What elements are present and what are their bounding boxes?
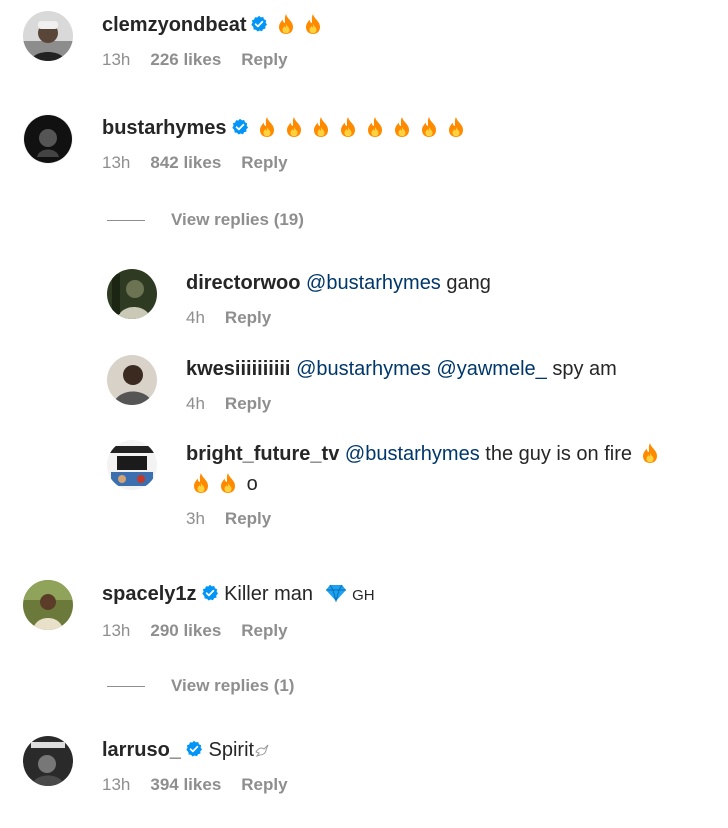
timestamp: 4h: [186, 308, 205, 327]
avatar[interactable]: [23, 114, 73, 164]
fire-icon: [420, 116, 438, 138]
comment-text: gang: [440, 272, 491, 294]
timestamp: 3h: [186, 509, 205, 528]
comment-suffix: GH: [352, 587, 375, 604]
fire-icon: [339, 116, 357, 138]
comment-line: clemzyondbeat: [102, 11, 322, 39]
fire-icon: [366, 116, 384, 138]
fire-icon: [312, 116, 330, 138]
timestamp: 4h: [186, 394, 205, 413]
timestamp: 13h: [102, 153, 131, 172]
mention-link[interactable]: @bustarhymes: [296, 358, 431, 380]
comment-meta: 13h 226 likes Reply: [102, 49, 322, 71]
view-replies-button[interactable]: View replies (1): [107, 676, 294, 696]
mention-link[interactable]: @bustarhymes: [306, 272, 441, 294]
comment-text: o: [246, 473, 258, 495]
comment-meta: 13h 290 likes Reply: [102, 620, 375, 642]
avatar[interactable]: [23, 736, 73, 786]
mention-link[interactable]: @bustarhymes: [345, 443, 480, 465]
reply-button[interactable]: Reply: [241, 50, 287, 69]
fire-icon: [258, 116, 276, 138]
fire-icon: [304, 13, 322, 35]
comment-meta: 4h Reply: [186, 307, 491, 329]
reply-button[interactable]: Reply: [225, 308, 271, 327]
dove-icon: [255, 744, 269, 757]
timestamp: 13h: [102, 775, 131, 794]
comment-text: the guy is on fire: [479, 443, 633, 465]
username[interactable]: bright_future_tv: [186, 443, 339, 465]
avatar[interactable]: [23, 580, 73, 630]
verified-icon: [231, 118, 249, 136]
comment-line: bright_future_tv @bustarhymes the guy is…: [186, 440, 659, 468]
fire-icon: [219, 472, 237, 494]
reply-button[interactable]: Reply: [225, 394, 271, 413]
comment-text: Spirit: [208, 739, 255, 761]
username[interactable]: kwesiiiiiiiiii: [186, 358, 291, 380]
fire-icon: [641, 442, 659, 464]
likes-count[interactable]: 394 likes: [150, 775, 221, 794]
fire-icon: [393, 116, 411, 138]
username[interactable]: directorwoo: [186, 272, 300, 294]
comment-line: directorwoo @bustarhymes gang: [186, 269, 491, 297]
likes-count[interactable]: 290 likes: [150, 621, 221, 640]
comment-text: spy am: [546, 358, 617, 380]
reply-button[interactable]: Reply: [241, 775, 287, 794]
timestamp: 13h: [102, 50, 131, 69]
comment-line: spacely1z Killer man GH: [102, 580, 375, 610]
comment-line: kwesiiiiiiiiii @bustarhymes @yawmele_ sp…: [186, 355, 617, 383]
divider: [107, 686, 145, 688]
verified-icon: [250, 15, 268, 33]
avatar[interactable]: [107, 355, 157, 405]
comment-meta: 3h Reply: [186, 508, 659, 530]
likes-count[interactable]: 842 likes: [150, 153, 221, 172]
view-replies-button[interactable]: View replies (19): [107, 210, 304, 230]
mention-link[interactable]: @yawmele_: [436, 358, 546, 380]
view-replies-label: View replies (19): [171, 210, 304, 229]
comment-text: Killer man: [224, 583, 313, 605]
gem-icon: [325, 584, 346, 603]
fire-icon: [285, 116, 303, 138]
avatar[interactable]: [107, 440, 157, 490]
fire-icon: [192, 472, 210, 494]
likes-count[interactable]: 226 likes: [150, 50, 221, 69]
verified-icon: [201, 584, 219, 602]
divider: [107, 220, 145, 222]
username[interactable]: bustarhymes: [102, 117, 227, 139]
comment-line: o: [186, 470, 659, 498]
reply-button[interactable]: Reply: [241, 621, 287, 640]
avatar[interactable]: [23, 11, 73, 61]
reply-button[interactable]: Reply: [225, 509, 271, 528]
comment-meta: 13h 394 likes Reply: [102, 774, 308, 796]
username[interactable]: spacely1z: [102, 583, 197, 605]
avatar[interactable]: [107, 269, 157, 319]
username[interactable]: clemzyondbeat: [102, 14, 246, 36]
fire-icon: [447, 116, 465, 138]
username[interactable]: larruso_: [102, 739, 181, 761]
comment-line: larruso_ Spirit: [102, 736, 308, 764]
view-replies-label: View replies (1): [171, 676, 295, 695]
reply-button[interactable]: Reply: [241, 153, 287, 172]
comment-meta: 13h 842 likes Reply: [102, 152, 465, 174]
verified-icon: [185, 740, 203, 758]
comment-meta: 4h Reply: [186, 393, 617, 415]
comment-line: bustarhymes: [102, 114, 465, 142]
timestamp: 13h: [102, 621, 131, 640]
fire-icon: [277, 13, 295, 35]
